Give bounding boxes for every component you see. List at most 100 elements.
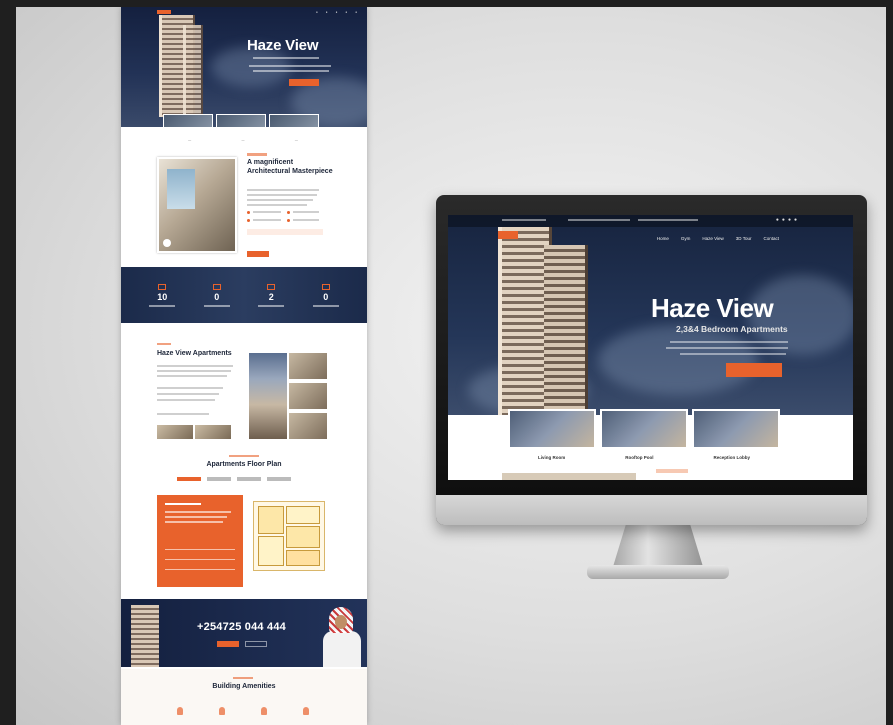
mockup-nav-dot: ● [355, 10, 357, 14]
secondary-button[interactable] [245, 641, 267, 647]
mockup-nav-dot: ● [315, 10, 318, 14]
twitter-icon[interactable]: ● [782, 217, 785, 223]
mockup-hero-button[interactable] [289, 79, 319, 86]
mockup-caption-dash: — [188, 138, 192, 142]
mockup-text-line [253, 70, 329, 72]
floor-tab[interactable] [267, 477, 291, 481]
mockup-thumbnail[interactable] [216, 114, 266, 127]
card-row-divider [165, 549, 235, 550]
mockup-text-line [249, 65, 331, 67]
amenity-icon [219, 707, 225, 715]
card-heading-line [165, 503, 201, 505]
floor-room [286, 506, 320, 524]
card-row-divider [165, 569, 235, 570]
tower-image [544, 245, 588, 415]
text-line [247, 194, 317, 196]
gallery-image [289, 413, 327, 439]
amenity-icon [177, 707, 183, 715]
text-line [247, 199, 313, 201]
list-line [157, 399, 215, 401]
stat-icon [321, 283, 330, 290]
stat-icon [212, 283, 221, 290]
tower-image [131, 605, 159, 667]
mockup-subtitle-line [253, 57, 319, 59]
feature-line [253, 211, 281, 213]
person-body [323, 631, 361, 667]
mockup-floor-title: Apartments Floor Plan [206, 461, 282, 468]
floor-room [258, 536, 284, 566]
monitor-stand-base [587, 565, 729, 579]
mockup-hero: ● ● ● ● ● Haze View [121, 7, 367, 127]
mockup-about-button[interactable] [247, 251, 269, 257]
feature-line [293, 219, 319, 221]
tower-image [183, 25, 203, 117]
nav-item-home[interactable]: Home [657, 236, 669, 241]
text-line [247, 204, 307, 206]
card-text-line [165, 516, 227, 518]
hero-text-line [670, 341, 788, 343]
facebook-icon[interactable]: ● [776, 217, 779, 223]
amenity-icon [261, 707, 267, 715]
floor-tab[interactable] [237, 477, 261, 481]
monitor-stand-neck [612, 524, 704, 570]
mockup-nav: ● ● ● ● ● [316, 10, 357, 14]
list-line [157, 387, 223, 389]
play-icon[interactable] [163, 239, 171, 247]
floor-plan-image [253, 501, 325, 571]
gallery-image [289, 383, 327, 409]
screen-hero-title: Haze View [651, 293, 774, 323]
feature-icon [287, 219, 290, 222]
contact-info-line [502, 219, 546, 221]
thumbnail-living-room[interactable] [508, 409, 596, 449]
thumbnail-reception-lobby[interactable] [692, 409, 780, 449]
presentation-stage: ● ● ● ● ● Haze View — — — A magnificent … [16, 7, 886, 725]
mockup-amenities-title: Building Amenities [212, 683, 276, 690]
call-button[interactable] [217, 641, 239, 647]
stat-label-line [258, 304, 285, 307]
stat-number: 0 [214, 291, 220, 302]
stat-number: 2 [268, 291, 274, 302]
cloud-shape [598, 325, 758, 395]
screen-nav: Home Gym Haze View 3D Tour Contact [657, 236, 779, 241]
nav-item-haze-view[interactable]: Haze View [702, 236, 723, 241]
stat-icon [158, 283, 167, 290]
mockup-hero-title: Haze View [247, 37, 319, 54]
screen-top-bar: ● ● ● ● [448, 215, 853, 227]
feature-line [253, 219, 281, 221]
floor-tab-active[interactable] [177, 477, 201, 481]
phone-number[interactable]: +254725 044 444 [197, 621, 286, 633]
stat-item: 10 [149, 283, 176, 307]
monitor-chin [436, 495, 867, 525]
linkedin-icon[interactable]: ● [794, 217, 797, 223]
floor-room [258, 506, 284, 534]
nav-item-contact[interactable]: Contact [763, 236, 779, 241]
small-image [157, 425, 193, 439]
nav-item-gym[interactable]: Gym [681, 236, 691, 241]
long-page-mockup: ● ● ● ● ● Haze View — — — A magnificent … [121, 7, 367, 725]
contact-info-line [638, 219, 698, 221]
agent-person-image [319, 607, 365, 667]
stat-label-line [203, 304, 230, 307]
gallery-main-image [249, 353, 287, 439]
instagram-icon[interactable]: ● [788, 217, 791, 223]
nav-item-3d-tour[interactable]: 3D Tour [736, 236, 752, 241]
mockup-thumbnail[interactable] [163, 114, 213, 127]
thumbnail-rooftop-pool[interactable] [600, 409, 688, 449]
floor-details-card [157, 495, 243, 587]
amenities-icons [177, 707, 309, 715]
mockup-amenities-section: Building Amenities [121, 669, 367, 725]
stat-icon [267, 283, 276, 290]
feature-line [293, 211, 319, 213]
mockup-caption-dash: — [241, 138, 245, 142]
about-image-edge [502, 473, 636, 480]
section-tag [229, 455, 259, 457]
mockup-thumbnail[interactable] [269, 114, 319, 127]
contact-us-button[interactable] [726, 363, 782, 377]
mockup-about-section: A magnificent Architectural Masterpiece [121, 149, 367, 269]
mockup-logo [157, 10, 171, 14]
apartments-small-images [157, 425, 231, 439]
mockup-nav-dot: ● [345, 10, 348, 14]
feature-icon [287, 211, 290, 214]
site-logo[interactable] [498, 231, 518, 239]
floor-tab[interactable] [207, 477, 231, 481]
